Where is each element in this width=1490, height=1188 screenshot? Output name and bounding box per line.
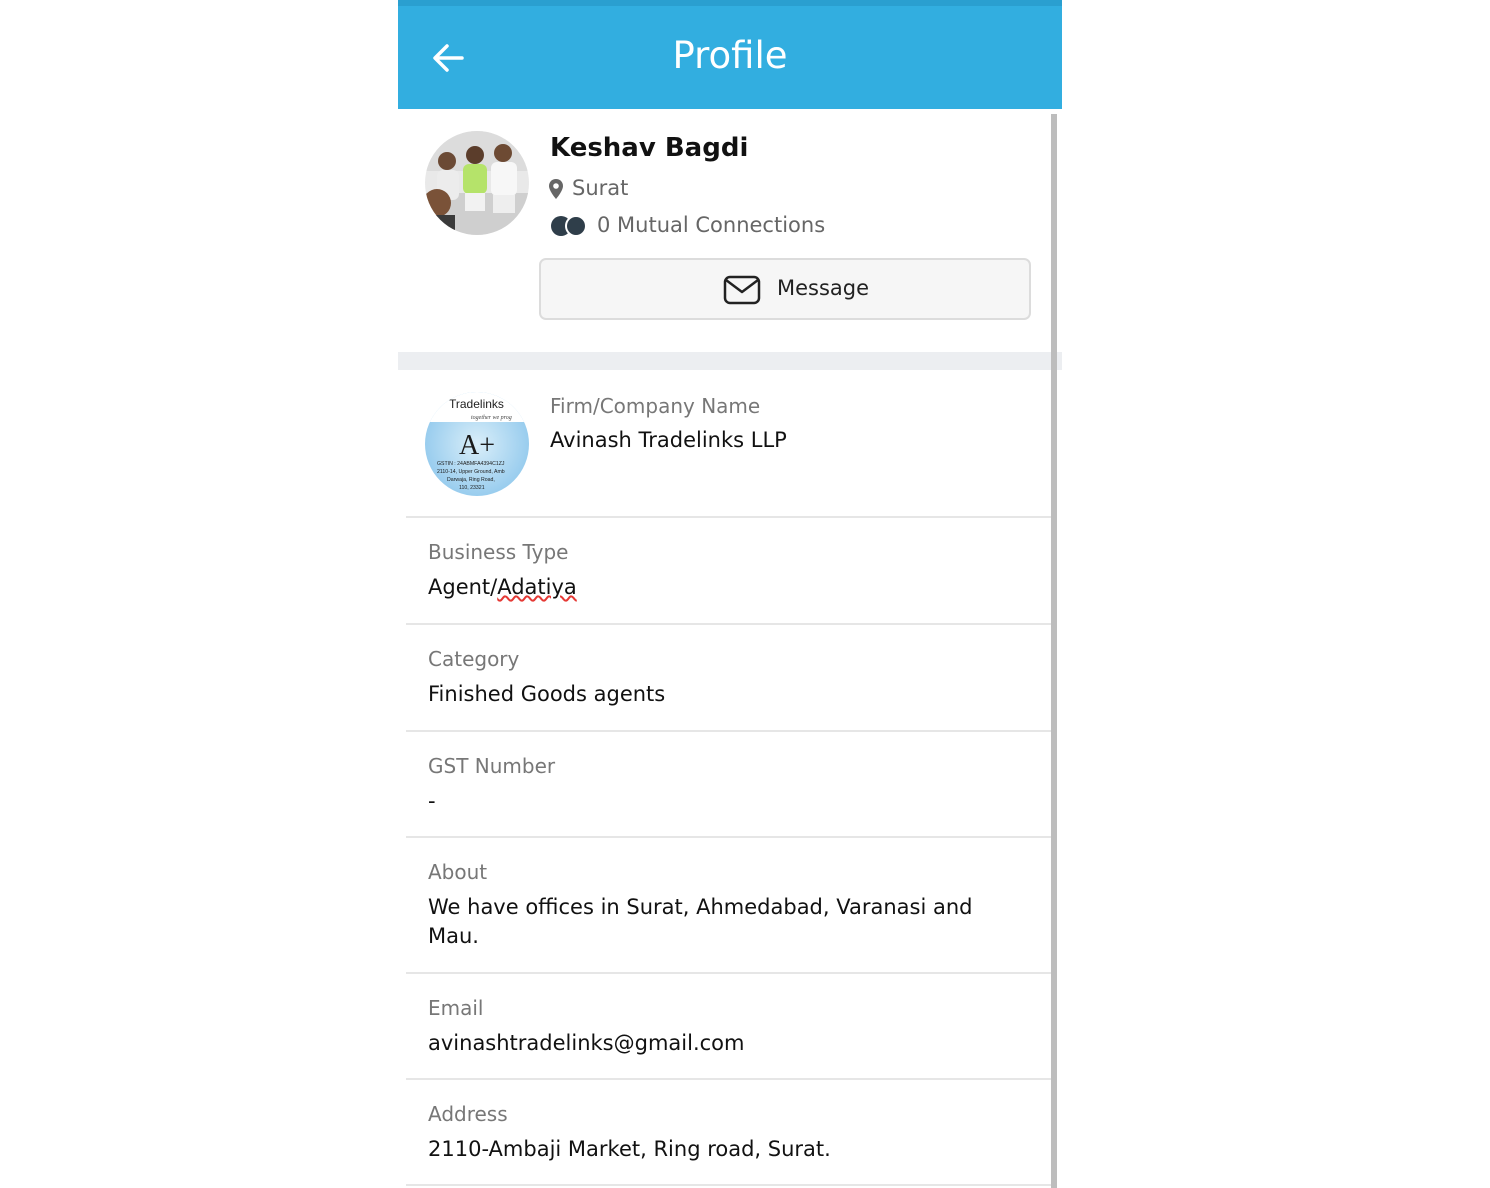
about-value: We have offices in Surat, Ahmedabad, Var… bbox=[428, 895, 973, 948]
details-list: Tradelinks together we prog A+ GSTIN : 2… bbox=[406, 370, 1051, 1186]
svg-text:Darwaja, Ring Road,: Darwaja, Ring Road, bbox=[447, 477, 495, 483]
mutual-connections-icon bbox=[550, 215, 588, 241]
address-value: 2110-Ambaji Market, Ring road, Surat. bbox=[428, 1137, 831, 1161]
profile-name: Keshav Bagdi bbox=[550, 133, 749, 163]
location-text: Surat bbox=[572, 176, 629, 200]
svg-text:Tradelinks: Tradelinks bbox=[449, 397, 504, 411]
firm-row: Tradelinks together we prog A+ GSTIN : 2… bbox=[406, 370, 1051, 518]
detail-row-about: About We have offices in Surat, Ahmedaba… bbox=[406, 838, 1051, 974]
profile-screen: Profile Keshav Bagdi Surat 0 Mutual Conn… bbox=[398, 0, 1062, 1188]
location-pin-icon bbox=[548, 178, 564, 204]
category-value: Finished Goods agents bbox=[428, 682, 666, 706]
address-label: Address bbox=[428, 1102, 508, 1126]
business-type-value: Agent/Adatiya bbox=[428, 575, 577, 599]
email-label: Email bbox=[428, 996, 484, 1020]
detail-row-email: Email avinashtradelinks@gmail.com bbox=[406, 974, 1051, 1080]
business-type-label: Business Type bbox=[428, 540, 569, 564]
gst-number-label: GST Number bbox=[428, 754, 556, 778]
email-value[interactable]: avinashtradelinks@gmail.com bbox=[428, 1029, 1028, 1058]
envelope-icon bbox=[723, 275, 761, 309]
about-label: About bbox=[428, 860, 488, 884]
message-button[interactable]: Message bbox=[539, 258, 1031, 320]
mutual-connections-text: 0 Mutual Connections bbox=[597, 213, 826, 237]
detail-row-address: Address 2110-Ambaji Market, Ring road, S… bbox=[406, 1080, 1051, 1186]
firm-value: Avinash Tradelinks LLP bbox=[550, 428, 787, 452]
detail-row-business-type: Business Type Agent/Adatiya bbox=[406, 518, 1051, 625]
firm-logo[interactable]: Tradelinks together we prog A+ GSTIN : 2… bbox=[425, 392, 529, 496]
avatar[interactable] bbox=[425, 131, 529, 235]
category-label: Category bbox=[428, 647, 520, 671]
svg-text:110, 23321: 110, 23321 bbox=[459, 485, 485, 491]
svg-text:GSTIN : 24ABMFA4394C1ZJ: GSTIN : 24ABMFA4394C1ZJ bbox=[437, 461, 505, 467]
detail-row-category: Category Finished Goods agents bbox=[406, 625, 1051, 732]
message-button-label: Message bbox=[777, 276, 870, 300]
detail-row-gst-number: GST Number - bbox=[406, 732, 1051, 838]
scrollbar[interactable] bbox=[1051, 114, 1057, 1188]
firm-label: Firm/Company Name bbox=[550, 394, 761, 418]
profile-header: Keshav Bagdi Surat 0 Mutual Connections bbox=[398, 109, 1051, 352]
page-title: Profile bbox=[672, 34, 788, 77]
gst-number-value: - bbox=[428, 789, 436, 813]
svg-text:2110-14, Upper Ground, Amb: 2110-14, Upper Ground, Amb bbox=[437, 469, 505, 475]
app-bar: Profile bbox=[398, 6, 1062, 109]
section-divider bbox=[398, 352, 1062, 370]
svg-text:together we prog: together we prog bbox=[471, 415, 512, 421]
svg-text:A+: A+ bbox=[459, 430, 495, 461]
